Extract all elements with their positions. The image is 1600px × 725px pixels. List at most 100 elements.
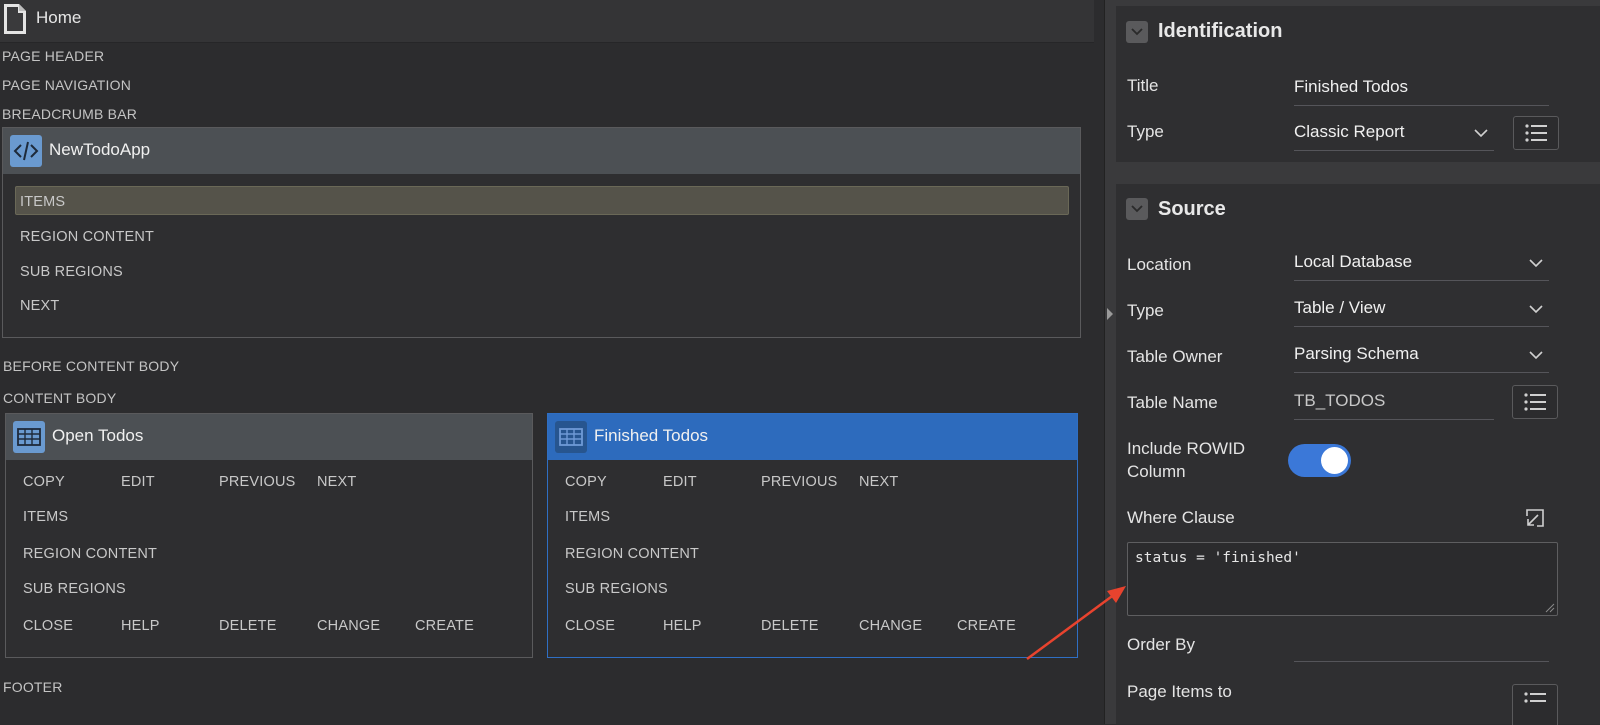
position-copy[interactable]: COPY xyxy=(565,474,607,490)
table-owner-select[interactable]: Parsing Schema xyxy=(1294,340,1549,373)
collapse-arrow-icon[interactable] xyxy=(1107,308,1113,320)
section-heading: Source xyxy=(1158,198,1226,220)
toggle-knob xyxy=(1321,447,1348,474)
where-clause-editor[interactable]: status = 'finished' xyxy=(1127,542,1558,616)
chevron-down-icon xyxy=(1529,351,1543,360)
collapse-identification-button[interactable] xyxy=(1126,21,1148,43)
page-items-list-button[interactable] xyxy=(1512,684,1558,725)
position-items[interactable]: ITEMS xyxy=(20,194,65,210)
section-divider xyxy=(1116,162,1600,184)
list-icon xyxy=(1524,692,1546,703)
section-heading: Identification xyxy=(1158,20,1283,42)
type-select[interactable]: Classic Report xyxy=(1294,118,1494,151)
position-next[interactable]: NEXT xyxy=(20,298,59,314)
table-icon xyxy=(555,421,587,453)
title-field[interactable]: Finished Todos xyxy=(1294,73,1549,106)
table-name-value: TB_TODOS xyxy=(1294,391,1386,410)
position-edit[interactable]: EDIT xyxy=(121,474,155,490)
type-value: Classic Report xyxy=(1294,122,1405,141)
order-by-label: Order By xyxy=(1127,635,1196,654)
position-delete[interactable]: DELETE xyxy=(761,618,819,634)
source-type-value: Table / View xyxy=(1294,298,1386,317)
source-type-label: Type xyxy=(1127,301,1164,320)
region-title: NewTodoApp xyxy=(49,140,151,159)
position-breadcrumb-bar[interactable]: BREADCRUMB BAR xyxy=(2,106,137,122)
section-identification: Identification Title Finished Todos Type… xyxy=(1116,6,1600,162)
where-clause-value: status = 'finished' xyxy=(1135,550,1301,566)
order-by-field[interactable] xyxy=(1294,629,1549,662)
position-close[interactable]: CLOSE xyxy=(565,618,615,634)
region-header[interactable]: Finished Todos xyxy=(548,414,1077,460)
code-icon xyxy=(10,135,42,167)
position-previous[interactable]: PREVIOUS xyxy=(219,474,296,490)
list-icon xyxy=(1524,393,1546,411)
location-value: Local Database xyxy=(1294,252,1413,271)
position-copy[interactable]: COPY xyxy=(23,474,65,490)
page-items-label: Page Items to xyxy=(1127,682,1232,701)
chevron-down-icon xyxy=(1529,305,1543,314)
where-clause-label: Where Clause xyxy=(1127,508,1235,527)
table-name-list-button[interactable] xyxy=(1512,385,1558,419)
page-title: Home xyxy=(36,8,82,27)
location-label: Location xyxy=(1127,255,1192,274)
position-page-navigation[interactable]: PAGE NAVIGATION xyxy=(2,77,131,93)
position-region-content[interactable]: REGION CONTENT xyxy=(20,229,154,245)
table-owner-value: Parsing Schema xyxy=(1294,344,1419,363)
table-name-field[interactable]: TB_TODOS xyxy=(1294,387,1494,420)
region-finished-todos[interactable]: Finished Todos COPY EDIT PREVIOUS NEXT I… xyxy=(547,413,1078,658)
position-create[interactable]: CREATE xyxy=(415,618,474,634)
region-newtodoapp[interactable]: NewTodoApp ITEMS REGION CONTENT SUB REGI… xyxy=(2,127,1081,338)
position-footer[interactable]: FOOTER xyxy=(3,679,63,695)
position-previous[interactable]: PREVIOUS xyxy=(761,474,838,490)
type-label: Type xyxy=(1127,122,1164,141)
position-sub-regions[interactable]: SUB REGIONS xyxy=(23,581,126,597)
region-title: Finished Todos xyxy=(594,426,709,445)
document-icon xyxy=(4,4,26,34)
position-help[interactable]: HELP xyxy=(121,618,160,634)
list-icon xyxy=(1525,124,1547,142)
position-region-content[interactable]: REGION CONTENT xyxy=(565,546,699,562)
position-change[interactable]: CHANGE xyxy=(317,618,380,634)
position-sub-regions[interactable]: SUB REGIONS xyxy=(565,581,668,597)
source-type-select[interactable]: Table / View xyxy=(1294,294,1549,327)
position-help[interactable]: HELP xyxy=(663,618,702,634)
panel-splitter[interactable] xyxy=(1104,0,1116,724)
position-items[interactable]: ITEMS xyxy=(23,509,68,525)
position-create[interactable]: CREATE xyxy=(957,618,1016,634)
include-rowid-label: Include ROWID xyxy=(1127,439,1246,458)
position-next[interactable]: NEXT xyxy=(859,474,898,490)
include-rowid-label-line2: Column xyxy=(1127,462,1186,481)
chevron-down-icon xyxy=(1474,129,1488,138)
page-layout-editor: Home PAGE HEADER PAGE NAVIGATION BREADCR… xyxy=(0,0,1104,724)
position-before-content-body[interactable]: BEFORE CONTENT BODY xyxy=(3,358,179,374)
position-delete[interactable]: DELETE xyxy=(219,618,277,634)
chevron-down-icon xyxy=(1529,259,1543,268)
position-edit[interactable]: EDIT xyxy=(663,474,697,490)
position-items[interactable]: ITEMS xyxy=(565,509,610,525)
region-title: Open Todos xyxy=(52,426,144,445)
title-label: Title xyxy=(1127,76,1159,95)
type-list-button[interactable] xyxy=(1513,116,1559,150)
table-name-label: Table Name xyxy=(1127,393,1218,412)
region-header[interactable]: Open Todos xyxy=(6,414,532,460)
collapse-source-button[interactable] xyxy=(1126,198,1148,220)
position-change[interactable]: CHANGE xyxy=(859,618,922,634)
include-rowid-toggle[interactable] xyxy=(1288,444,1351,477)
region-header[interactable]: NewTodoApp xyxy=(3,128,1080,174)
position-content-body[interactable]: CONTENT BODY xyxy=(3,390,116,406)
table-owner-label: Table Owner xyxy=(1127,347,1223,366)
property-editor: Identification Title Finished Todos Type… xyxy=(1116,0,1600,725)
title-value: Finished Todos xyxy=(1294,77,1409,96)
position-page-header[interactable]: PAGE HEADER xyxy=(2,48,104,64)
position-sub-regions[interactable]: SUB REGIONS xyxy=(20,264,123,280)
position-region-content[interactable]: REGION CONTENT xyxy=(23,546,157,562)
expand-icon[interactable] xyxy=(1524,507,1546,529)
region-open-todos[interactable]: Open Todos COPY EDIT PREVIOUS NEXT ITEMS… xyxy=(5,413,533,658)
resize-handle-icon[interactable] xyxy=(1545,603,1555,613)
page-title-bar[interactable]: Home xyxy=(0,0,1094,43)
table-icon xyxy=(13,421,45,453)
position-next[interactable]: NEXT xyxy=(317,474,356,490)
position-items-highlighted[interactable] xyxy=(15,186,1069,215)
location-select[interactable]: Local Database xyxy=(1294,248,1549,281)
position-close[interactable]: CLOSE xyxy=(23,618,73,634)
